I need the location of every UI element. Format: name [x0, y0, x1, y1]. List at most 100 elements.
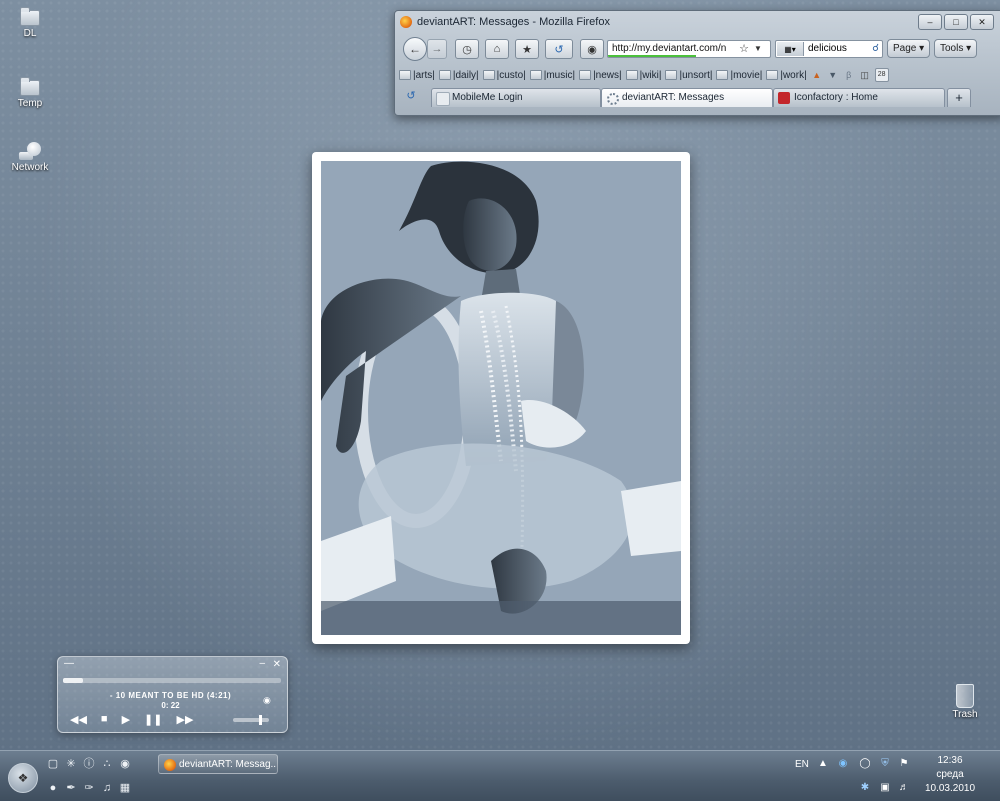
photo-frame-widget[interactable]	[312, 152, 690, 644]
system-clock[interactable]: 12:36 среда 10.03.2010	[918, 754, 982, 796]
sparkle-icon[interactable]: ✳	[64, 757, 78, 771]
search-engine-selector[interactable]: ▦▾	[777, 42, 804, 56]
stop-button[interactable]: ■	[101, 713, 108, 726]
page-load-progress	[608, 55, 696, 57]
close-button[interactable]: ✕	[970, 14, 994, 30]
playback-time: 0: 22	[161, 701, 180, 710]
back-button[interactable]: ←	[403, 37, 427, 61]
calendar-bookmark-icon[interactable]: 28	[874, 68, 889, 82]
fast-forward-button[interactable]: ▶▶	[176, 713, 193, 726]
firefox-icon	[164, 759, 176, 771]
show-hidden-icons-arrow[interactable]: ▲	[816, 757, 830, 771]
new-tab-button[interactable]: +	[947, 88, 971, 107]
seek-bar[interactable]	[63, 678, 281, 683]
tab-scroll-button[interactable]: ↺	[401, 89, 421, 105]
tab-mobileme[interactable]: MobileMe Login	[431, 88, 601, 107]
flag-tray-icon[interactable]: ⚑	[897, 757, 911, 771]
search-icon[interactable]: ☌	[872, 41, 879, 57]
bookmark-folder[interactable]: |work|	[766, 70, 807, 81]
window-titlebar[interactable]: deviantART: Messages - Mozilla Firefox –…	[395, 11, 1000, 33]
record-icon[interactable]: ●	[46, 781, 60, 795]
star-outline-icon: ☆	[739, 42, 749, 55]
seek-bar-fill	[63, 678, 83, 683]
firefox-window: deviantART: Messages - Mozilla Firefox –…	[394, 10, 1000, 116]
search-input[interactable]: ▦▾ delicious ☌	[775, 40, 883, 58]
collapse-button[interactable]: —	[64, 658, 74, 669]
bookmark-page-star[interactable]: ☆	[737, 39, 751, 57]
shield-tray-icon[interactable]: ⛨	[878, 757, 892, 771]
firefox-icon	[400, 16, 412, 28]
tab-iconfactory[interactable]: Iconfactory : Home	[773, 88, 945, 107]
bluetooth-tray-icon[interactable]: ✱	[858, 781, 872, 795]
folder-icon[interactable]: ▢	[46, 757, 60, 771]
url-dropdown-button[interactable]: ▼	[753, 39, 763, 57]
bookmark-folder[interactable]: |news|	[579, 70, 622, 81]
media-player-widget: — – ✕ - 10 MEANT TO BE HD (4:21) ◉ 0: 22…	[57, 656, 288, 733]
bookmark-label: |custo|	[496, 69, 526, 81]
globe-icon[interactable]: ◉	[118, 757, 132, 771]
home-button[interactable]: ⌂	[485, 39, 509, 59]
pen-icon[interactable]: ✑	[82, 781, 96, 795]
share-icon[interactable]: ∴	[100, 757, 114, 771]
folder-icon	[716, 70, 729, 80]
desktop-icon-label: DL	[23, 28, 37, 39]
calculator-icon[interactable]: ▦	[118, 781, 132, 795]
minimize-button[interactable]: –	[259, 658, 265, 669]
globe-tray-icon[interactable]: ◉	[836, 757, 850, 771]
volume-knob[interactable]	[258, 715, 262, 725]
folder-icon	[399, 70, 411, 80]
reload-button[interactable]: ↺	[545, 39, 573, 59]
music-icon[interactable]: ♫	[100, 781, 114, 795]
folder-icon	[579, 70, 592, 80]
taskbar: ❖ ▢ ✳ ⓘ ∴ ◉ ● ✒ ✑ ♫ ▦ deviantART: Messag…	[0, 750, 1000, 801]
fashion-photo	[321, 161, 681, 635]
bookmark-folder[interactable]: |unsort|	[665, 70, 712, 81]
desktop-icon-network[interactable]: Network	[0, 142, 60, 173]
bookmark-icon[interactable]: β	[843, 69, 855, 81]
desktop-icon-dl[interactable]: DL	[0, 7, 60, 39]
maximize-button[interactable]: □	[944, 14, 968, 30]
glasses-tray-icon[interactable]: ◯	[858, 757, 872, 771]
play-button[interactable]: ▶	[122, 713, 130, 726]
volume-tray-icon[interactable]: ♬	[897, 781, 911, 795]
player-header[interactable]: — – ✕	[64, 658, 281, 672]
bookmark-folder[interactable]: |arts|	[399, 70, 435, 81]
bookmark-folder[interactable]: |wiki|	[625, 70, 661, 81]
fox-bookmark-icon[interactable]: ▼	[827, 69, 839, 81]
bookmark-folder[interactable]: |daily|	[438, 69, 479, 81]
folder-icon	[482, 70, 495, 80]
start-button[interactable]: ❖	[8, 763, 38, 793]
tab-label: MobileMe Login	[452, 92, 523, 103]
bookmark-folder[interactable]: |music|	[529, 70, 575, 81]
tools-menu-label: Tools	[940, 43, 964, 54]
volume-slider[interactable]	[233, 715, 269, 725]
forward-button[interactable]: →	[427, 39, 447, 59]
language-indicator[interactable]: EN	[795, 759, 809, 770]
page-menu-label: Page	[893, 43, 917, 54]
page-menu-button[interactable]: Page ▾	[887, 39, 931, 58]
close-button[interactable]: ✕	[273, 659, 281, 670]
brush-icon[interactable]: ✒	[64, 781, 78, 795]
fox-bookmark-icon[interactable]: ▲	[811, 69, 823, 81]
network-tray-icon[interactable]: ▣	[878, 781, 892, 795]
taskbar-button-firefox[interactable]: deviantART: Messag...	[158, 754, 278, 774]
forward-arrow-icon: →	[431, 43, 443, 55]
minimize-button[interactable]: –	[918, 14, 942, 30]
folder-icon	[529, 70, 542, 80]
history-button[interactable]: ◷	[455, 39, 479, 59]
site-identity-button[interactable]: ◉	[580, 39, 604, 59]
pause-button[interactable]: ❚❚	[144, 713, 162, 726]
bookmark-folder[interactable]: |custo|	[482, 69, 526, 81]
tab-deviantart-messages[interactable]: deviantART: Messages	[601, 88, 773, 107]
bookmark-label: |unsort|	[679, 69, 713, 81]
window-title: deviantART: Messages - Mozilla Firefox	[417, 16, 610, 28]
grid-bookmark-icon[interactable]: ◫	[859, 69, 871, 81]
bookmark-label: |daily|	[452, 69, 479, 81]
bookmark-star-button[interactable]: ★	[515, 39, 539, 59]
rewind-button[interactable]: ◀◀	[70, 713, 87, 726]
tools-menu-button[interactable]: Tools ▾	[934, 39, 978, 58]
bookmark-folder[interactable]: |movie|	[716, 70, 762, 81]
desktop-icon-trash[interactable]: Trash	[945, 684, 985, 720]
info-icon[interactable]: ⓘ	[82, 757, 96, 771]
desktop-icon-temp[interactable]: Temp	[0, 77, 60, 109]
